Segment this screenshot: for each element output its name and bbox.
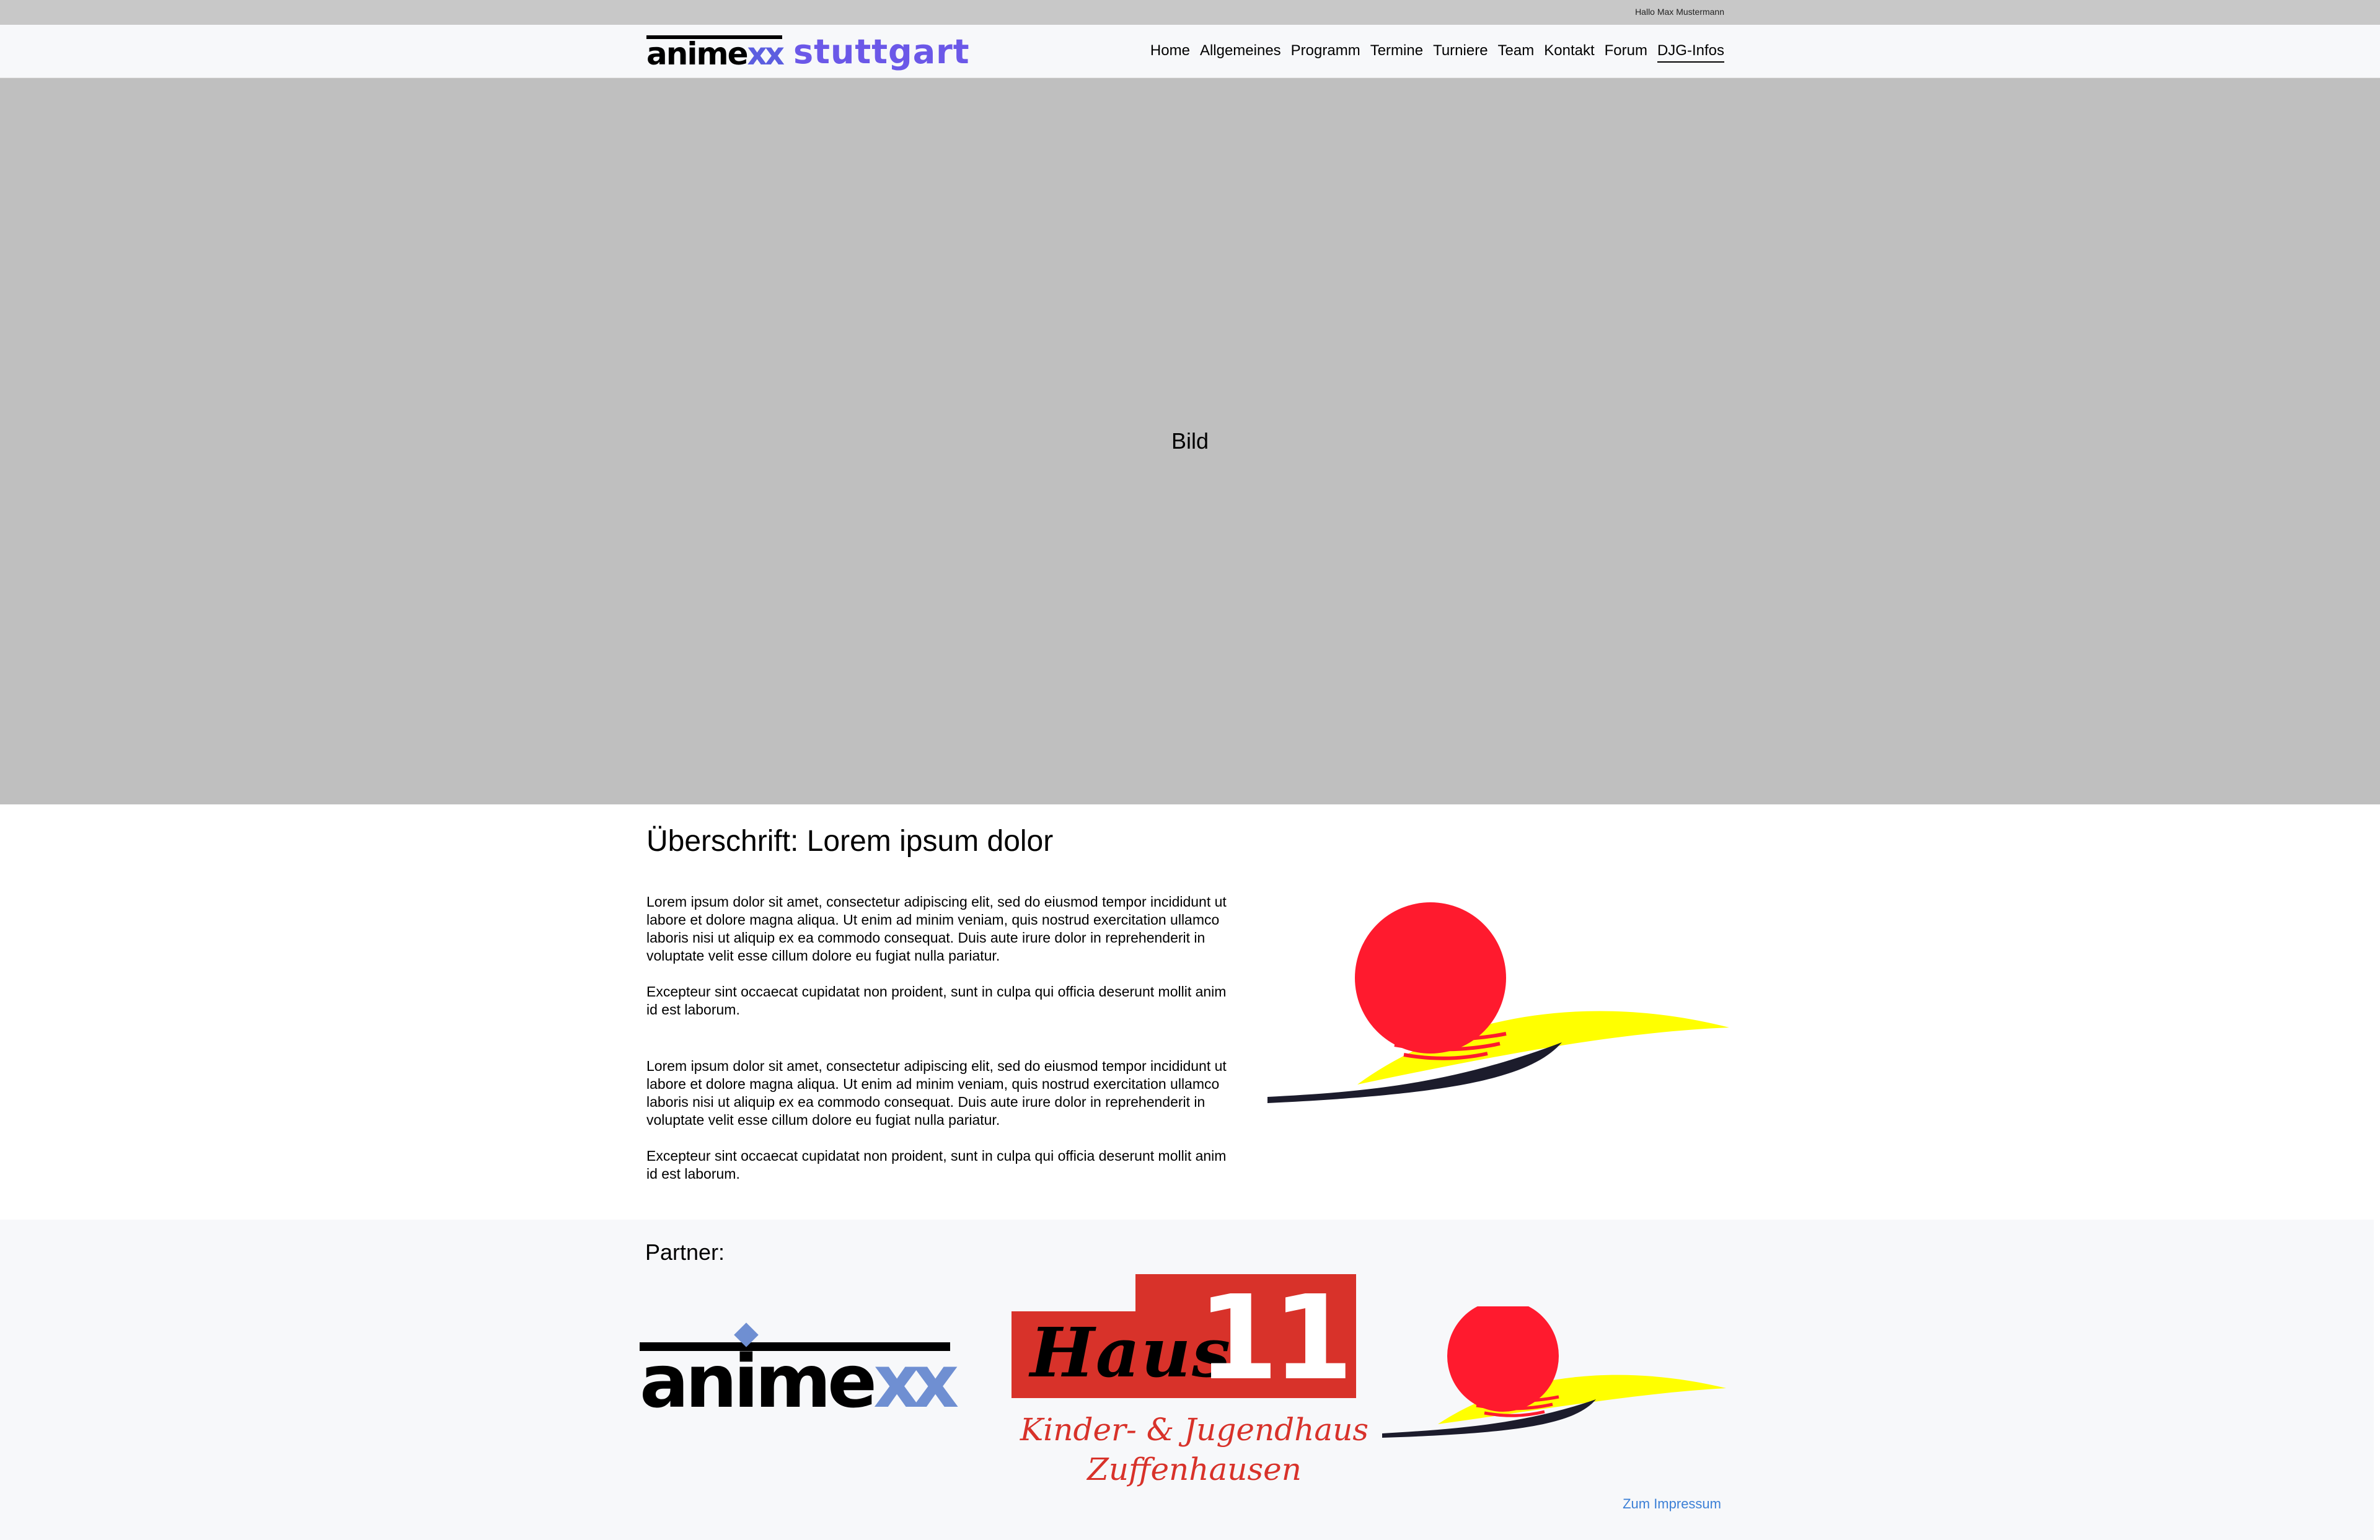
partner-animexx-word: animexx xyxy=(640,1342,959,1418)
logo-city: stuttgart xyxy=(793,32,970,71)
partner-animexx-main: anime xyxy=(640,1339,877,1424)
haus11-number: 11 xyxy=(1197,1270,1354,1406)
hero-placeholder-label: Bild xyxy=(1171,428,1209,454)
sun-logo-red-sun xyxy=(1355,902,1506,1054)
content-paragraph-2: Excepteur sint occaecat cupidatat non pr… xyxy=(646,983,1227,1018)
nav-item-allgemeines[interactable]: Allgemeines xyxy=(1200,42,1281,63)
main-content: Überschrift: Lorem ipsum dolor Lorem ips… xyxy=(646,824,1229,1201)
logo-brand-main: anime xyxy=(646,36,748,72)
main-nav: Home Allgemeines Programm Termine Turnie… xyxy=(1150,42,1724,63)
partner-logo-animexx[interactable]: animexx xyxy=(640,1322,959,1418)
site-logo[interactable]: animexx stuttgart xyxy=(646,32,970,71)
partner-animexx-xx: xx xyxy=(873,1339,959,1424)
partner-footer: Partner: animexx Haus 11 Kinder- & Jugen… xyxy=(0,1220,2374,1540)
nav-item-home[interactable]: Home xyxy=(1150,42,1190,63)
site-header: animexx stuttgart Home Allgemeines Progr… xyxy=(0,25,2380,78)
hero-image-placeholder: Bild xyxy=(0,78,2380,804)
sun-logo-image xyxy=(1267,902,1729,1103)
logo-brand: animexx xyxy=(646,35,785,69)
haus11-subtitle-line1: Kinder- & Jugendhaus xyxy=(1020,1412,1369,1448)
page-heading: Überschrift: Lorem ipsum dolor xyxy=(646,825,1054,858)
partner-title: Partner: xyxy=(645,1239,725,1265)
user-greeting: Hallo Max Mustermann xyxy=(1635,7,1724,17)
partner-logo-haus11[interactable]: Haus 11 Kinder- & Jugendhaus Zuffenhause… xyxy=(1011,1270,1368,1487)
impressum-link[interactable]: Zum Impressum xyxy=(1623,1496,1721,1512)
nav-item-termine[interactable]: Termine xyxy=(1370,42,1423,63)
content-paragraph-3: Lorem ipsum dolor sit amet, consectetur … xyxy=(646,1058,1227,1128)
nav-item-forum[interactable]: Forum xyxy=(1605,42,1647,63)
logo-brand-xx: xx xyxy=(747,36,785,72)
partner-logo-sun[interactable] xyxy=(1382,1306,1729,1440)
nav-item-team[interactable]: Team xyxy=(1498,42,1535,63)
nav-item-turniere[interactable]: Turniere xyxy=(1433,42,1488,63)
nav-item-djg-infos[interactable]: DJG-Infos xyxy=(1657,42,1724,63)
nav-item-programm[interactable]: Programm xyxy=(1291,42,1360,63)
content-paragraph-1: Lorem ipsum dolor sit amet, consectetur … xyxy=(646,894,1227,964)
haus11-subtitle-line2: Zuffenhausen xyxy=(1087,1451,1302,1487)
content-paragraph-4: Excepteur sint occaecat cupidatat non pr… xyxy=(646,1148,1227,1182)
top-bar: Hallo Max Mustermann xyxy=(0,0,2380,25)
nav-item-kontakt[interactable]: Kontakt xyxy=(1544,42,1594,63)
